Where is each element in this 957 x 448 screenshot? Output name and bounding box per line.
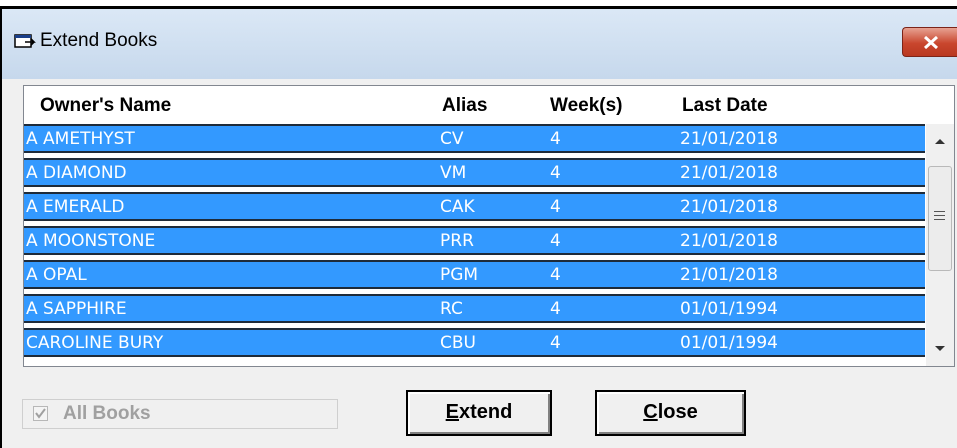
extend-label: xtend: [459, 401, 513, 423]
grip-line: [934, 211, 945, 212]
table-row[interactable]: A SAPPHIRE RC 4 01/01/1994: [24, 294, 925, 323]
owners-grid[interactable]: Owner's Name Alias Week(s) Last Date A A…: [23, 85, 955, 367]
alias-cell: PGM: [440, 265, 479, 285]
weeks-cell: 4: [550, 265, 561, 285]
extend-button[interactable]: Extend: [406, 390, 552, 436]
scrollbar-thumb[interactable]: [928, 166, 952, 271]
alias-cell: CBU: [440, 333, 476, 353]
owner-cell: A SAPPHIRE: [26, 299, 127, 319]
alias-cell: PRR: [440, 231, 474, 251]
close-label: lose: [657, 401, 698, 423]
table-row[interactable]: CAROLINE BURY CBU 4 01/01/1994: [24, 328, 925, 357]
close-mnemonic: C: [643, 401, 658, 423]
last-date-cell: 01/01/1994: [680, 299, 778, 319]
grid-header: Owner's Name Alias Week(s) Last Date: [24, 86, 954, 124]
last-date-cell: 01/01/1994: [680, 333, 778, 353]
last-date-cell: 21/01/2018: [680, 231, 778, 251]
column-header-last-date[interactable]: Last Date: [682, 95, 768, 117]
owner-cell: CAROLINE BURY: [26, 333, 164, 353]
books-window-icon: [14, 33, 36, 51]
weeks-cell: 4: [550, 231, 561, 251]
alias-cell: RC: [440, 299, 463, 319]
owner-cell: A EMERALD: [26, 197, 125, 217]
weeks-cell: 4: [550, 333, 561, 353]
alias-cell: CV: [440, 129, 464, 149]
last-date-cell: 21/01/2018: [680, 163, 778, 183]
column-header-alias[interactable]: Alias: [442, 95, 487, 117]
weeks-cell: 4: [550, 163, 561, 183]
all-books-checkbox[interactable]: All Books: [22, 399, 338, 429]
all-books-label: All Books: [63, 403, 151, 424]
extend-mnemonic: E: [445, 401, 459, 423]
extend-books-dialog: Extend Books Owner's Name Alias Week(s) …: [0, 6, 957, 448]
weeks-cell: 4: [550, 129, 561, 149]
last-date-cell: 21/01/2018: [680, 265, 778, 285]
weeks-cell: 4: [550, 299, 561, 319]
last-date-cell: 21/01/2018: [680, 197, 778, 217]
close-window-button[interactable]: [902, 27, 957, 57]
vertical-scrollbar[interactable]: [926, 124, 954, 366]
owner-cell: A MOONSTONE: [26, 231, 156, 251]
scroll-down-icon[interactable]: [933, 344, 947, 354]
scroll-up-icon[interactable]: [933, 136, 947, 146]
table-row[interactable]: A OPAL PGM 4 21/01/2018: [24, 260, 925, 289]
table-row[interactable]: A DIAMOND VM 4 21/01/2018: [24, 158, 925, 187]
owner-cell: A AMETHYST: [26, 129, 135, 149]
title-bar[interactable]: Extend Books: [2, 9, 957, 79]
alias-cell: VM: [440, 163, 467, 183]
owner-cell: A OPAL: [26, 265, 87, 285]
checkmark-icon: [35, 408, 46, 419]
owner-cell: A DIAMOND: [26, 163, 127, 183]
grip-line: [934, 219, 945, 220]
alias-cell: CAK: [440, 197, 475, 217]
close-button[interactable]: Close: [595, 390, 746, 436]
table-row[interactable]: A AMETHYST CV 4 21/01/2018: [24, 124, 925, 153]
column-header-owner[interactable]: Owner's Name: [40, 95, 171, 117]
close-icon: [923, 36, 939, 49]
window-title: Extend Books: [40, 30, 158, 51]
grip-line: [934, 215, 945, 216]
last-date-cell: 21/01/2018: [680, 129, 778, 149]
weeks-cell: 4: [550, 197, 561, 217]
checkbox-box[interactable]: [33, 406, 48, 421]
table-row[interactable]: A EMERALD CAK 4 21/01/2018: [24, 192, 925, 221]
column-header-weeks[interactable]: Week(s): [550, 95, 623, 117]
table-row[interactable]: A MOONSTONE PRR 4 21/01/2018: [24, 226, 925, 255]
